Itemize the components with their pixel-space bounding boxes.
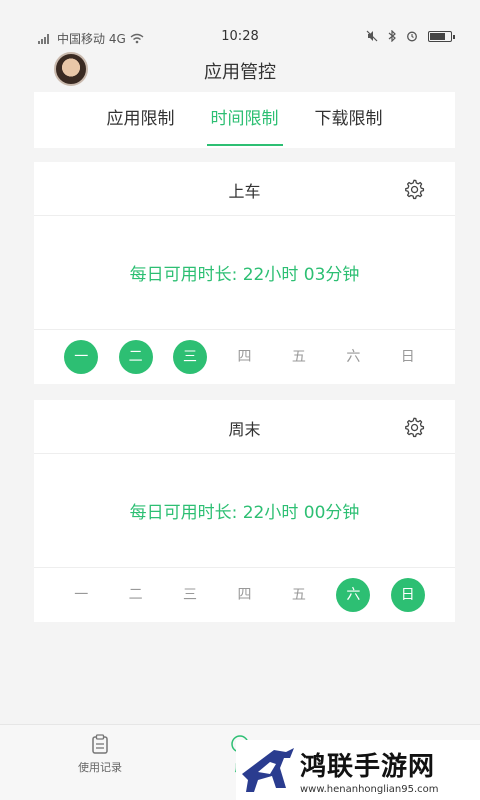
- day-wed[interactable]: 三: [173, 340, 208, 374]
- tab-download-limit[interactable]: 下载限制: [311, 92, 387, 148]
- time-rule-card: 上车 每日可用时长: 22小时 03分钟 一 二 三 四 五 六 日: [34, 162, 455, 384]
- day-tue[interactable]: 二: [118, 340, 153, 374]
- battery-icon: [428, 30, 455, 42]
- day-mon[interactable]: 一: [64, 578, 98, 612]
- tab-time-limit[interactable]: 时间限制: [206, 92, 283, 148]
- card-title: 上车: [228, 182, 261, 201]
- day-thu[interactable]: 四: [227, 340, 261, 374]
- watermark-text: 鸿联手游网 www.henanhonglian95.com: [300, 746, 439, 795]
- card-title: 周末: [228, 420, 261, 439]
- watermark-url: www.henanhonglian95.com: [300, 783, 439, 795]
- time-rule-card: 周末 每日可用时长: 22小时 00分钟 一 二 三 四 五 六 日: [34, 400, 455, 622]
- card-header: 上车: [34, 162, 455, 216]
- weekday-selector: 一 二 三 四 五 六 日: [34, 568, 455, 622]
- daily-duration: 每日可用时长: 22小时 00分钟: [129, 503, 360, 523]
- nav-label: 使用记录: [78, 761, 122, 774]
- day-wed[interactable]: 三: [173, 578, 207, 612]
- page-title: 应用管控: [204, 62, 276, 83]
- mute-icon: [366, 30, 378, 42]
- gear-icon[interactable]: [403, 416, 425, 438]
- alarm-icon: [407, 31, 417, 42]
- day-thu[interactable]: 四: [227, 578, 261, 612]
- card-body: 每日可用时长: 22小时 00分钟: [34, 454, 455, 568]
- day-mon[interactable]: 一: [64, 340, 99, 374]
- day-sun[interactable]: 日: [390, 578, 425, 612]
- daily-duration: 每日可用时长: 22小时 03分钟: [129, 265, 360, 285]
- tab-app-limit[interactable]: 应用限制: [103, 92, 179, 148]
- nav-usage-records[interactable]: 使用记录: [60, 733, 140, 775]
- bluetooth-icon: [388, 30, 396, 42]
- day-tue[interactable]: 二: [119, 578, 153, 612]
- tab-bar: 应用限制 时间限制 下载限制: [34, 92, 455, 148]
- bull-logo-icon: [242, 748, 294, 792]
- clipboard-icon: [92, 734, 108, 754]
- weekday-selector: 一 二 三 四 五 六 日: [34, 330, 455, 384]
- app-header: 应用管控: [0, 52, 480, 90]
- watermark: 鸿联手游网 www.henanhonglian95.com: [236, 740, 480, 800]
- day-sun[interactable]: 日: [391, 340, 425, 374]
- status-icons: [366, 30, 455, 42]
- watermark-title: 鸿联手游网: [300, 751, 436, 782]
- day-sat[interactable]: 六: [336, 578, 371, 612]
- day-fri[interactable]: 五: [282, 340, 316, 374]
- gear-icon[interactable]: [403, 178, 425, 200]
- card-body: 每日可用时长: 22小时 03分钟: [34, 216, 455, 330]
- day-sat[interactable]: 六: [336, 340, 370, 374]
- day-fri[interactable]: 五: [282, 578, 316, 612]
- status-bar: 中国移动 4G 10:28: [0, 0, 480, 52]
- card-header: 周末: [34, 400, 455, 454]
